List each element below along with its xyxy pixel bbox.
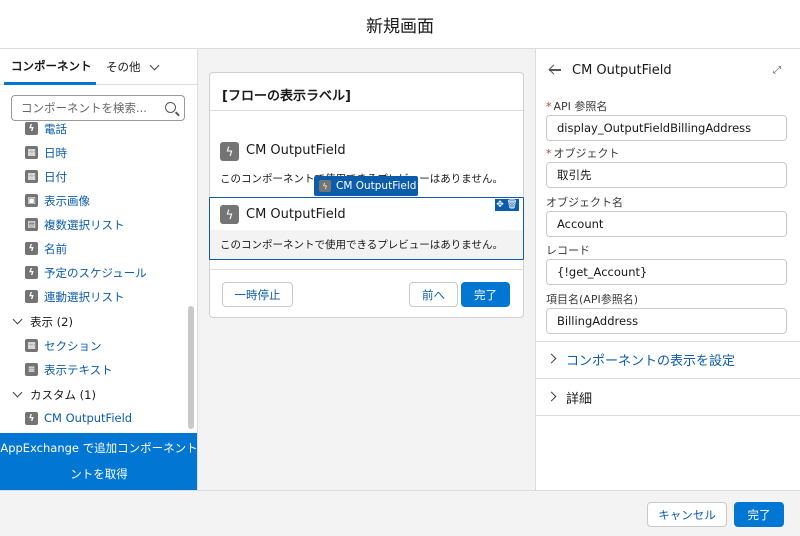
component-list: ϟ 電話 ▦ 日時 ▦ 日付 ▣ 表示画像 ▤ 複数選択リスト ϟ 名前 ϟ 予… bbox=[0, 117, 186, 432]
drag-chip[interactable]: ϟ CM OutputField bbox=[314, 176, 418, 196]
api-name-label-text: API 参照名 bbox=[553, 100, 608, 113]
bolt-icon: ϟ bbox=[25, 290, 38, 303]
required-marker: * bbox=[546, 147, 552, 160]
back-arrow-icon[interactable] bbox=[549, 65, 561, 75]
chevron-down-icon bbox=[149, 60, 159, 70]
list-item-label: 電話 bbox=[44, 122, 67, 136]
pause-button[interactable]: 一時停止 bbox=[222, 282, 293, 307]
properties-panel: CM OutputField ⤢ * API 参照名 display_Output… bbox=[535, 49, 800, 490]
group-label: 表示 (2) bbox=[30, 315, 73, 329]
move-icon[interactable]: ✥ bbox=[496, 200, 504, 210]
bolt-icon: ϟ bbox=[25, 122, 38, 135]
object-label: * オブジェクト bbox=[546, 145, 620, 161]
section-label: コンポーネントの表示を設定 bbox=[566, 354, 736, 369]
object-field[interactable]: 取引先 bbox=[546, 162, 787, 188]
item-name-label: 項目名(API参照名) bbox=[546, 293, 638, 306]
appexchange-line1: AppExchange で追加コンポーネント bbox=[0, 441, 198, 455]
text-icon: ≡ bbox=[25, 363, 38, 376]
divider bbox=[536, 415, 800, 416]
bolt-icon: ϟ bbox=[25, 242, 38, 255]
component-toolbar: ✥ 🗑 bbox=[495, 199, 519, 211]
list-item-label: 表示テキスト bbox=[44, 363, 113, 377]
component-name: CM OutputField bbox=[246, 143, 346, 158]
chevron-right-icon bbox=[546, 391, 557, 402]
modal-title: 新規画面 bbox=[366, 16, 434, 37]
palette-scrollbar-thumb[interactable] bbox=[188, 306, 194, 429]
object-name-label: オブジェクト名 bbox=[546, 196, 623, 209]
modal-header: 新規画面 bbox=[0, 0, 800, 49]
component-palette: コンポーネント その他 ϟ 電話 ▦ 日時 ▦ 日付 ▣ 表示画像 ▤ 複数選択… bbox=[0, 49, 198, 490]
list-item-label: 連動選択リスト bbox=[44, 290, 125, 304]
divider bbox=[210, 269, 523, 270]
appexchange-button[interactable]: AppExchange で追加コンポーネント ントを取得 bbox=[0, 433, 198, 490]
object-label-text: オブジェクト bbox=[553, 147, 620, 160]
required-marker: * bbox=[546, 100, 552, 113]
list-item-label: セクション bbox=[44, 339, 102, 353]
list-item-label: 表示画像 bbox=[44, 194, 90, 208]
modal-footer: キャンセル 完了 bbox=[0, 490, 800, 536]
bolt-icon: ϟ bbox=[220, 205, 239, 224]
list-item-label: CM OutputField bbox=[44, 411, 133, 425]
list-item-label: 名前 bbox=[44, 242, 67, 256]
list-item-label: 複数選択リスト bbox=[44, 218, 125, 232]
object-name-field[interactable]: Account bbox=[546, 211, 787, 237]
expand-icon[interactable]: ⤢ bbox=[773, 65, 783, 76]
finish-button[interactable]: 完了 bbox=[461, 282, 510, 307]
delete-icon[interactable]: 🗑 bbox=[506, 200, 517, 210]
calendar-icon: ▦ bbox=[25, 170, 38, 183]
chevron-right-icon bbox=[546, 353, 557, 364]
appexchange-line2: ントを取得 bbox=[70, 467, 128, 481]
record-field[interactable]: {!get_Account} bbox=[546, 259, 787, 285]
divider bbox=[210, 110, 523, 111]
tab-other-label: その他 bbox=[106, 60, 141, 74]
bolt-icon: ϟ bbox=[25, 266, 38, 279]
section-details[interactable]: 詳細 bbox=[536, 379, 800, 415]
list-item-label: 予定のスケジュール bbox=[44, 266, 147, 280]
component-description: このコンポーネントで使用できるプレビューはありません。 bbox=[220, 239, 503, 251]
tab-components-label: コンポーネント bbox=[11, 58, 92, 73]
tab-components[interactable]: コンポーネント bbox=[4, 49, 96, 85]
list-item-label: 日付 bbox=[44, 170, 67, 184]
component-name: CM OutputField bbox=[246, 207, 346, 222]
properties-header: CM OutputField ⤢ bbox=[536, 49, 800, 91]
canvas-component-2-selected[interactable]: ϟ CM OutputField このコンポーネントで使用できるプレビューはあり… bbox=[209, 197, 524, 260]
multiselect-icon: ▤ bbox=[25, 218, 38, 231]
bolt-icon: ϟ bbox=[25, 412, 38, 425]
calendar-icon: ▦ bbox=[25, 146, 38, 159]
previous-button[interactable]: 前へ bbox=[409, 282, 458, 307]
api-name-label: * API 参照名 bbox=[546, 98, 607, 114]
properties-title: CM OutputField bbox=[572, 63, 672, 78]
section-icon: ▦ bbox=[25, 339, 38, 352]
palette-tabs: コンポーネント その他 bbox=[0, 49, 197, 85]
api-name-field[interactable]: display_OutputFieldBillingAddress bbox=[546, 115, 787, 141]
search-icon[interactable] bbox=[165, 102, 176, 113]
list-item-label: 日時 bbox=[44, 146, 67, 160]
bolt-icon: ϟ bbox=[220, 142, 239, 161]
done-button[interactable]: 完了 bbox=[734, 502, 784, 527]
item-name-field[interactable]: BillingAddress bbox=[546, 308, 787, 334]
chevron-down-icon bbox=[12, 314, 23, 325]
screen-label: [フローの表示ラベル] bbox=[222, 89, 351, 104]
section-label: 詳細 bbox=[566, 392, 593, 407]
chevron-down-icon bbox=[12, 387, 23, 398]
section-component-visibility[interactable]: コンポーネントの表示を設定 bbox=[536, 341, 800, 377]
tab-other[interactable]: その他 bbox=[106, 49, 159, 85]
image-icon: ▣ bbox=[25, 194, 38, 207]
group-label: カスタム (1) bbox=[30, 388, 96, 402]
cancel-button[interactable]: キャンセル bbox=[647, 502, 727, 527]
bolt-icon: ϟ bbox=[319, 180, 331, 192]
drag-chip-label: CM OutputField bbox=[336, 180, 417, 192]
record-label: レコード bbox=[546, 244, 590, 257]
component-search-input[interactable] bbox=[21, 101, 159, 115]
screen-preview: [フローの表示ラベル] ϟ CM OutputField このコンポーネントで使… bbox=[209, 72, 524, 318]
